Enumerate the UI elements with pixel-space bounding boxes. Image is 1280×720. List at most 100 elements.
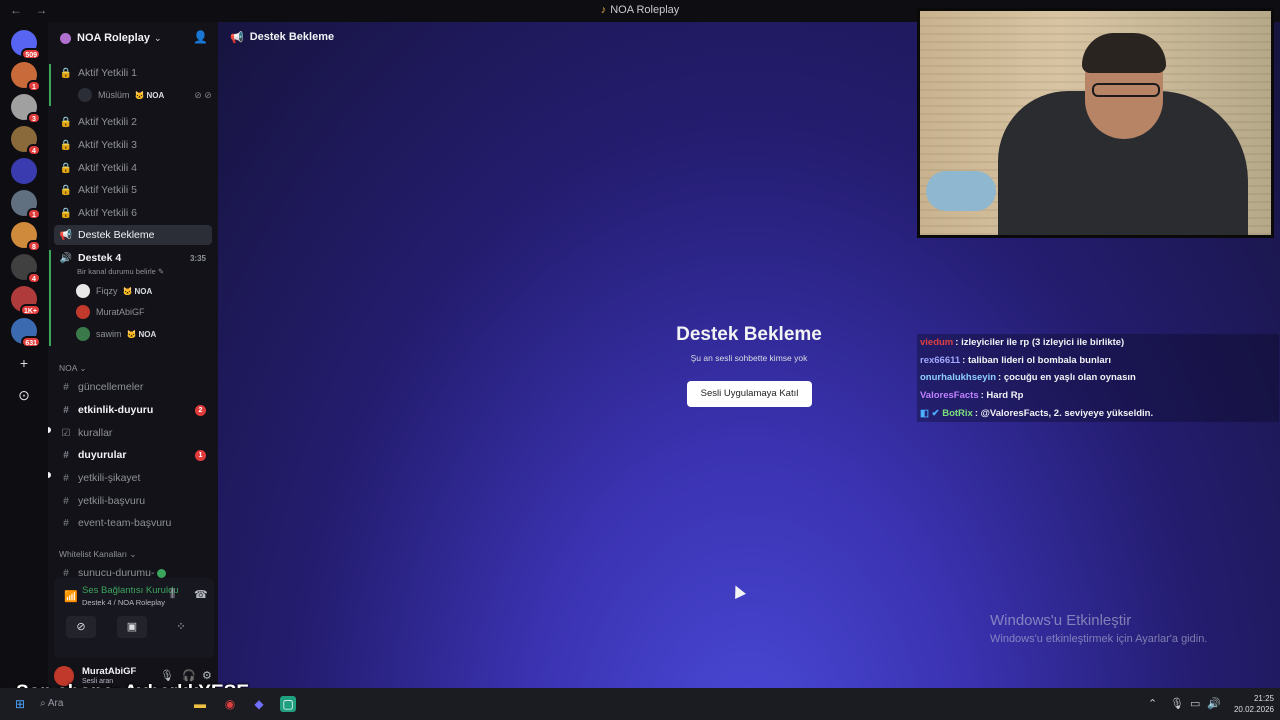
server-icon[interactable]: 631	[11, 318, 41, 348]
discord-icon[interactable]: ◆	[251, 696, 267, 712]
channel-label: event-team-başvuru	[78, 517, 172, 529]
channel-sidebar: NOA Roleplay ⌄ 👤 🔒 Aktif Yetkili 1 Müslü…	[48, 22, 218, 688]
file-explorer-icon[interactable]: ▬	[192, 696, 208, 712]
channel-label: etkinlik-duyuru	[78, 404, 154, 416]
server-icon[interactable]: 4	[11, 126, 41, 156]
app-window: ← → ♪ NOA Roleplay 509 1 3 4 1 8 4 1K+ 631 + ⊙ NOA …	[0, 0, 1280, 720]
join-voice-button[interactable]: Sesli Uygulamaya Katıl	[687, 381, 812, 407]
green-dot-icon	[157, 568, 167, 578]
muted-icons: ⊘ ⊘	[194, 89, 212, 100]
home-button[interactable]: 509	[11, 30, 41, 60]
stage-icon: 📢	[59, 229, 73, 241]
add-user-icon[interactable]: 👤	[193, 30, 208, 44]
channel-aktif-yetkili-6[interactable]: 🔒 Aktif Yetkili 6	[54, 203, 212, 223]
server-icon[interactable]: 1K+	[11, 286, 41, 316]
activities-button[interactable]: ⁘	[166, 616, 196, 638]
server-logo-icon: ♪	[600, 4, 607, 16]
server-icon[interactable]	[11, 158, 37, 184]
channel-aktif-yetkili-2[interactable]: 🔒 Aktif Yetkili 2	[54, 112, 212, 132]
channel-aktif-yetkili-4[interactable]: 🔒 Aktif Yetkili 4	[54, 158, 212, 178]
lock-icon: 🔒	[59, 139, 73, 151]
streamer-hair	[1082, 33, 1166, 73]
unread-indicator	[48, 427, 51, 433]
server-icon[interactable]: 4	[11, 254, 41, 284]
channel-status[interactable]: Bir kanal durumu belirle ✎	[77, 267, 164, 276]
lock-icon: 🔒	[59, 207, 73, 219]
user-name[interactable]: MuratAbiGF	[82, 666, 136, 677]
chevron-up-icon[interactable]: ⌃	[1148, 697, 1157, 710]
discover-icon[interactable]: ⊙	[14, 385, 34, 405]
voice-user-murat[interactable]: MuratAbiGF	[76, 303, 145, 321]
server-icon[interactable]: 1	[11, 62, 41, 92]
share-screen-button[interactable]: ▣	[117, 616, 147, 638]
voice-user-muslum[interactable]: Müslüm 🐱 NOA ⊘ ⊘	[78, 86, 212, 104]
lock-icon: 🔒	[59, 184, 73, 196]
channel-yetkili-basvuru[interactable]: # yetkili-başvuru	[54, 491, 212, 511]
channel-destek-bekleme[interactable]: 📢 Destek Bekleme	[54, 225, 212, 245]
search-icon: ⌕	[40, 698, 48, 709]
channel-yetkili-sikayet[interactable]: # yetkili-şikayet	[54, 468, 212, 488]
voice-connection-panel: 📶 Ses Bağlantısı Kuruldu Destek 4 / NOA …	[54, 578, 214, 658]
avatar	[78, 88, 92, 102]
chat-username: ValoresFacts	[920, 390, 979, 402]
chat-message: viedum: izleyiciler ile rp (3 izleyici i…	[917, 334, 1279, 352]
taskbar-search[interactable]: ⌕ Ara	[40, 696, 150, 712]
taskbar: ⊞ ⌕ Ara ▬ ◉ ◆ ▢ ⌃ 🎙 ▭ 🔊 21:25 20.02.2026	[0, 688, 1280, 720]
server-rail: 509 1 3 4 1 8 4 1K+ 631 + ⊙	[0, 22, 48, 688]
chevron-down-icon: ⌄	[153, 32, 162, 43]
server-icon[interactable]: 1	[11, 190, 41, 220]
channel-label: Aktif Yetkili 3	[78, 139, 137, 151]
rules-icon: ☑	[61, 427, 71, 439]
lock-icon: 🔒	[59, 162, 73, 174]
cat-icon: 🐱	[122, 286, 133, 296]
search-placeholder: Ara	[47, 698, 64, 709]
server-icon[interactable]: 3	[11, 94, 41, 124]
category-noa[interactable]: NOA ⌄	[59, 363, 86, 374]
add-server-icon[interactable]: +	[14, 353, 34, 373]
channel-destek-4[interactable]: 🔊 Destek 4 3:35	[54, 248, 212, 268]
taskbar-clock[interactable]: 21:25 20.02.2026	[1226, 693, 1274, 715]
voice-location[interactable]: Destek 4 / NOA Roleplay	[82, 598, 165, 607]
voice-user-fiqzy[interactable]: Fiqzy 🐱 NOA	[76, 282, 152, 300]
camera-off-button[interactable]: ⊘	[66, 616, 96, 638]
channel-kurallar[interactable]: ☑ kurallar	[54, 423, 212, 443]
channel-guncellemeler[interactable]: # güncellemeler	[54, 377, 212, 397]
disconnect-icon[interactable]: ☎	[194, 588, 208, 601]
channel-etkinlik-duyuru[interactable]: # etkinlik-duyuru 2	[54, 400, 212, 420]
channel-aktif-yetkili-5[interactable]: 🔒 Aktif Yetkili 5	[54, 180, 212, 200]
chat-username: rex66611	[920, 354, 961, 366]
app-icon[interactable]: ▢	[280, 696, 296, 712]
headphones-icon[interactable]: 🎧	[182, 669, 196, 682]
microphone-icon[interactable]: 🎙	[1170, 697, 1184, 710]
chat-text: : @ValoresFacts, 2. seviyeye yükseldin.	[974, 407, 1154, 419]
chevron-down-icon: ⌄	[129, 549, 137, 559]
mention-badge: 2	[195, 404, 206, 416]
notification-badge: 3	[27, 112, 41, 124]
voice-status[interactable]: Ses Bağlantısı Kuruldu	[82, 585, 179, 596]
channel-aktif-yetkili-3[interactable]: 🔒 Aktif Yetkili 3	[54, 135, 212, 155]
guild-header[interactable]: NOA Roleplay ⌄ 👤	[48, 22, 218, 54]
clock-time: 21:25	[1253, 694, 1274, 703]
channel-label: yetkili-şikayet	[78, 472, 141, 484]
chrome-icon[interactable]: ◉	[222, 696, 238, 712]
tag-text: NOA	[138, 329, 157, 339]
microphone-icon[interactable]: 🎙	[160, 669, 174, 682]
clock-date: 20.02.2026	[1233, 705, 1274, 714]
gear-icon[interactable]: ⚙	[202, 669, 212, 682]
category-label: NOA	[59, 363, 77, 373]
noise-suppression-icon[interactable]: ⫼	[170, 588, 175, 601]
channel-event-team-basvuru[interactable]: # event-team-başvuru	[54, 513, 212, 533]
network-icon[interactable]: ▭	[1190, 697, 1200, 710]
channel-duyurular[interactable]: # duyurular 1	[54, 445, 212, 465]
windows-start-icon[interactable]: ⊞	[12, 696, 28, 712]
voice-user-sawim[interactable]: sawim 🐱 NOA	[76, 325, 156, 343]
volume-icon[interactable]: 🔊	[1207, 697, 1221, 710]
category-whitelist[interactable]: Whitelist Kanalları ⌄	[59, 549, 137, 560]
channel-label: Aktif Yetkili 1	[78, 67, 137, 79]
chat-username: viedum	[920, 337, 954, 348]
channel-aktif-yetkili-1[interactable]: 🔒 Aktif Yetkili 1	[54, 63, 212, 83]
channel-label: Aktif Yetkili 2	[78, 116, 137, 128]
category-label: Whitelist Kanalları	[59, 549, 128, 559]
server-icon[interactable]: 8	[11, 222, 41, 252]
hash-icon: #	[63, 404, 69, 416]
